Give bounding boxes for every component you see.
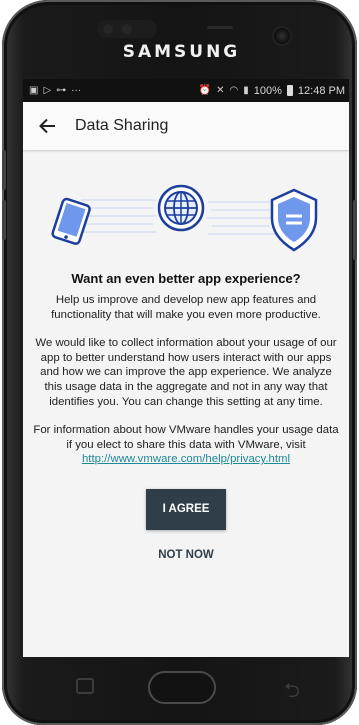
screen: ▣ ▷ ⊶ ··· ⏰ ✕ ◠ ▮ 100% 12:48 PM Data Sha… xyxy=(23,79,349,657)
phone-frame: SAMSUNG ▣ ▷ ⊶ ··· ⏰ ✕ ◠ ▮ 100% 12:48 PM xyxy=(2,0,357,725)
agree-button[interactable]: I AGREE xyxy=(146,488,226,530)
privacy-link[interactable]: http://www.vmware.com/help/privacy.html xyxy=(82,453,290,465)
home-button[interactable] xyxy=(148,671,216,704)
page-title: Data Sharing xyxy=(75,117,169,134)
not-now-button[interactable]: NOT NOW xyxy=(152,548,220,562)
data-sharing-content: Want an even better app experience? Help… xyxy=(23,180,349,562)
clock: 12:48 PM xyxy=(297,84,345,97)
app-bar: Data Sharing xyxy=(23,102,349,150)
heading: Want an even better app experience? xyxy=(71,271,301,286)
earpiece xyxy=(207,26,233,29)
privacy-paragraph: For information about how VMware handles… xyxy=(31,423,341,467)
mute-icon: ✕ xyxy=(216,84,225,96)
power-key xyxy=(353,200,357,260)
usage-paragraph: We would like to collect information abo… xyxy=(35,337,337,408)
data-sharing-illustration-icon xyxy=(51,184,318,252)
alarm-icon: ⏰ xyxy=(198,84,212,96)
brand-logo: SAMSUNG xyxy=(122,42,241,62)
back-arrow-icon[interactable] xyxy=(23,102,71,150)
key-icon: ⊶ xyxy=(56,84,67,96)
image-icon: ▣ xyxy=(29,84,39,96)
status-bar: ▣ ▷ ⊶ ··· ⏰ ✕ ◠ ▮ 100% 12:48 PM xyxy=(23,79,349,102)
sensor-cluster xyxy=(97,20,157,38)
play-icon: ▷ xyxy=(43,84,52,96)
battery-icon xyxy=(286,85,293,96)
battery-percent: 100% xyxy=(253,84,282,97)
volume-up-key xyxy=(2,150,6,190)
wifi-icon: ◠ xyxy=(229,84,239,96)
recent-apps-key-icon[interactable] xyxy=(76,678,94,694)
volume-down-key xyxy=(2,200,6,240)
signal-icon: ▮ xyxy=(243,84,249,96)
intro-paragraph: Help us improve and develop new app feat… xyxy=(51,294,321,321)
back-key-icon[interactable]: ⮌ xyxy=(284,676,300,710)
more-icon: ··· xyxy=(71,84,82,96)
privacy-text: For information about how VMware handles… xyxy=(33,424,339,451)
